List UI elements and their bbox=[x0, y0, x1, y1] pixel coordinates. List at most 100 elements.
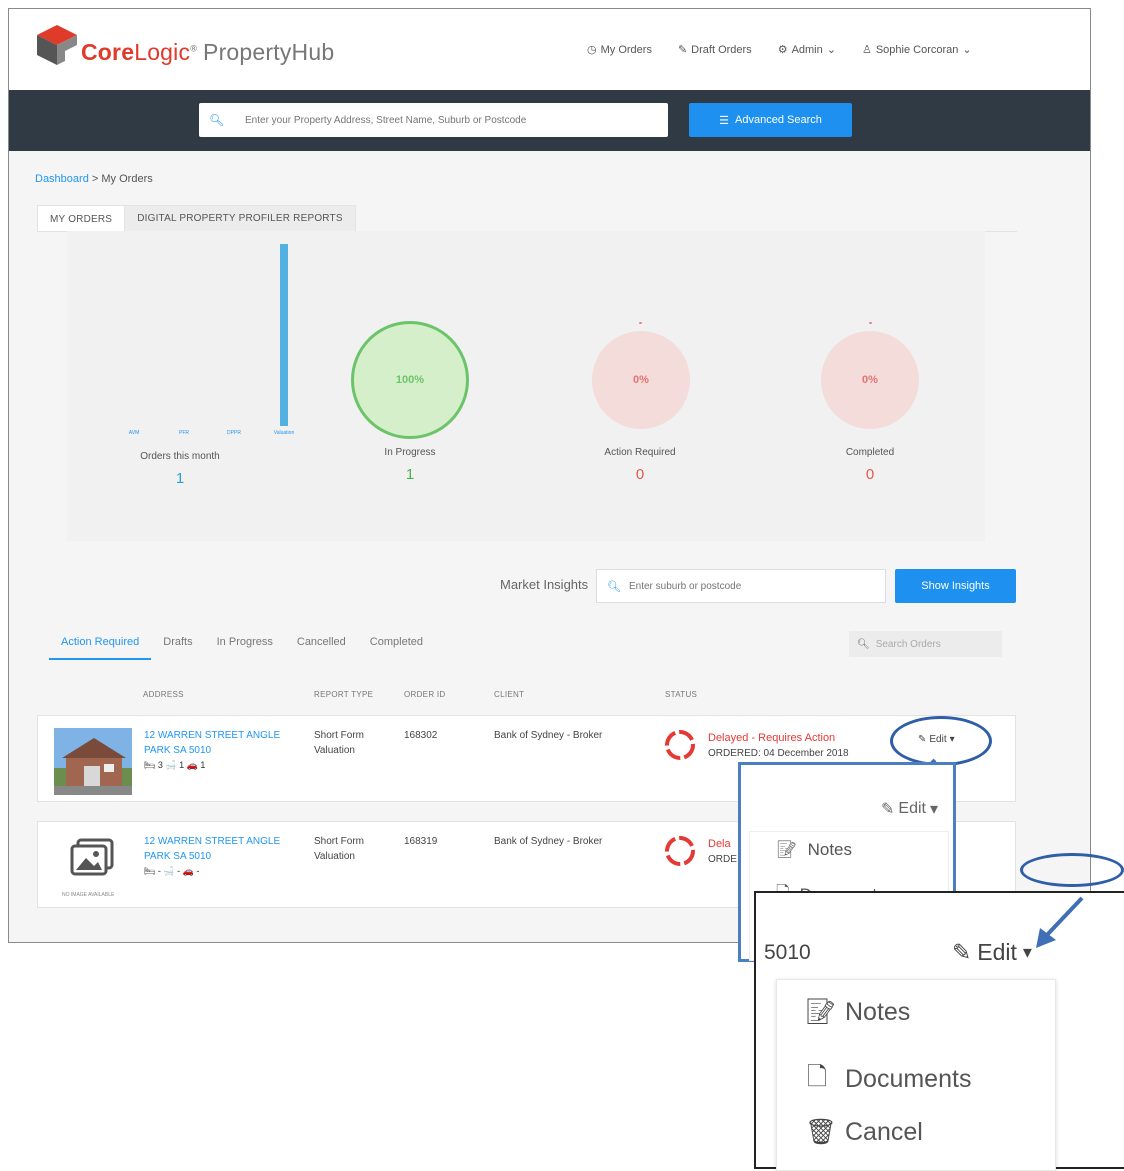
tab-drafts[interactable]: Drafts bbox=[151, 633, 204, 660]
property-search-box[interactable]: 🔍︎ bbox=[199, 103, 668, 137]
tab-action-required[interactable]: Action Required bbox=[49, 633, 152, 660]
order-status-tabs: Action Required Drafts In Progress Cance… bbox=[49, 633, 435, 660]
chevron-down-icon: ⌄ bbox=[826, 44, 836, 56]
brand-reg: ® bbox=[190, 43, 198, 54]
menu-item-cancel[interactable]: 🗑︎ Cancel bbox=[805, 1118, 923, 1147]
menu-item-label: Cancel bbox=[845, 1118, 923, 1146]
market-insights-input[interactable] bbox=[628, 580, 879, 592]
pencil-icon: ✎ bbox=[881, 801, 895, 818]
chart-dot bbox=[869, 322, 872, 324]
chart-tick-label: PFR bbox=[179, 430, 189, 436]
menu-item-label: Documents bbox=[845, 1065, 972, 1093]
nav-draft-orders[interactable]: ✎ Draft Orders bbox=[677, 43, 752, 57]
chart-tick-label: AVM bbox=[129, 430, 139, 436]
report-line2: Valuation bbox=[314, 851, 355, 862]
property-search-input[interactable] bbox=[245, 114, 645, 126]
chart-tick-label: DPPR bbox=[227, 430, 241, 436]
tab-cancelled[interactable]: Cancelled bbox=[285, 633, 358, 660]
col-address: ADDRESS bbox=[143, 690, 184, 699]
annotation-arrow-icon bbox=[1036, 896, 1084, 948]
col-client: CLIENT bbox=[494, 690, 525, 699]
no-image-icon bbox=[70, 838, 114, 876]
tab-digital-property-profiler[interactable]: DIGITAL PROPERTY PROFILER REPORTS bbox=[125, 205, 356, 232]
top-nav: ◷ My Orders ✎ Draft Orders ⚙ Admin ⌄ ♙ S… bbox=[587, 43, 972, 57]
zoom-edit-label: Edit bbox=[898, 800, 926, 817]
menu-item-label: Notes bbox=[845, 998, 911, 1026]
order-id: 168319 bbox=[404, 836, 438, 847]
col-order-id: ORDER ID bbox=[404, 690, 446, 699]
market-insights-search[interactable]: 🔍︎ bbox=[596, 569, 886, 603]
search-icon: 🔍︎ bbox=[857, 638, 870, 650]
client-name: Bank of Sydney - Broker bbox=[494, 836, 603, 847]
corelogic-logo-icon bbox=[37, 25, 77, 65]
nav-admin[interactable]: ⚙ Admin ⌄ bbox=[778, 43, 836, 57]
nav-my-orders-label: My Orders bbox=[600, 43, 652, 56]
status-label: Delayed - Requires Action bbox=[708, 732, 836, 744]
chart-bar bbox=[280, 244, 288, 426]
top-tabs: MY ORDERS DIGITAL PROPERTY PROFILER REPO… bbox=[37, 205, 356, 232]
nav-admin-label: Admin bbox=[791, 43, 823, 56]
show-insights-button[interactable]: Show Insights bbox=[895, 569, 1016, 603]
address-line1: 12 WARREN STREET ANGLE bbox=[144, 836, 281, 847]
search-orders-placeholder: Search Orders bbox=[875, 638, 941, 650]
stat-value: 1 bbox=[405, 466, 415, 483]
nav-draft-orders-label: Draft Orders bbox=[691, 43, 752, 56]
stat-value: 0 bbox=[635, 466, 645, 483]
address-line2: PARK SA 5010 bbox=[144, 745, 212, 756]
advanced-search-button[interactable]: ☰ Advanced Search bbox=[689, 103, 852, 137]
client-name: Bank of Sydney - Broker bbox=[494, 730, 603, 741]
property-photo bbox=[54, 728, 132, 795]
order-status: Delayed - Requires Action ORDERED: 04 De… bbox=[708, 730, 849, 762]
brand-logic: Logic bbox=[134, 39, 191, 65]
breadcrumb-dashboard[interactable]: Dashboard bbox=[35, 173, 89, 185]
brand-product: PropertyHub bbox=[203, 39, 335, 65]
pencil-icon: ✎ bbox=[952, 939, 972, 965]
property-features: 🛏 - 🛁 - 🚗 - bbox=[144, 866, 200, 876]
status-ring-icon bbox=[665, 730, 695, 760]
status-ring-icon bbox=[665, 836, 695, 866]
action-required-circle: 0% bbox=[592, 331, 690, 429]
tab-completed[interactable]: Completed bbox=[358, 633, 435, 660]
zoom-edit-button[interactable]: ✎ Edit ▾ bbox=[952, 939, 1032, 966]
clock-icon: ◷ bbox=[587, 44, 597, 56]
zoom-postcode: 5010 bbox=[764, 941, 811, 964]
header: CoreLogic® PropertyHub ◷ My Orders ✎ Draf… bbox=[9, 9, 1090, 90]
tab-in-progress[interactable]: In Progress bbox=[205, 633, 285, 660]
menu-item-notes[interactable]: 📝︎ Notes bbox=[776, 840, 852, 860]
search-orders-box[interactable]: 🔍︎ Search Orders bbox=[849, 631, 1002, 657]
ordered-date: ORDE bbox=[708, 854, 737, 865]
menu-item-label: Notes bbox=[807, 840, 853, 859]
report-line2: Valuation bbox=[314, 745, 355, 756]
zoom-dropdown-menu: 📝︎ Notes 🗋︎ Documents 🗑︎ Cancel bbox=[776, 979, 1056, 1171]
breadcrumb-current: My Orders bbox=[101, 173, 153, 185]
status-label: Dela bbox=[708, 838, 731, 850]
report-type: Short Form Valuation bbox=[314, 834, 364, 864]
annotation-oval bbox=[1020, 853, 1124, 887]
edit-doc-icon: ✎ bbox=[677, 44, 688, 56]
stat-in-progress: In Progress 1 bbox=[330, 447, 490, 483]
col-report-type: REPORT TYPE bbox=[314, 690, 374, 699]
menu-item-documents[interactable]: 🗋︎ Documents bbox=[805, 1058, 972, 1101]
zoom-edit-button[interactable]: ✎ Edit ▾ bbox=[881, 799, 938, 819]
completed-circle: 0% bbox=[821, 331, 919, 429]
order-id: 168302 bbox=[404, 730, 438, 741]
nav-my-orders[interactable]: ◷ My Orders bbox=[587, 43, 652, 57]
order-address[interactable]: 12 WARREN STREET ANGLE PARK SA 5010 🛏 - … bbox=[144, 834, 294, 879]
stat-value: 1 bbox=[175, 470, 185, 487]
search-icon: 🔍︎ bbox=[209, 113, 225, 127]
order-status: Dela ORDE bbox=[708, 836, 737, 868]
stat-completed: Completed 0 bbox=[790, 447, 950, 483]
menu-item-notes[interactable]: 📝︎ Notes bbox=[805, 998, 910, 1027]
market-insights-label: Market Insights bbox=[500, 577, 589, 592]
in-progress-circle: 100% bbox=[351, 321, 469, 439]
order-address[interactable]: 12 WARREN STREET ANGLE PARK SA 5010 🛏 3 … bbox=[144, 728, 294, 773]
breadcrumb-separator: > bbox=[91, 173, 99, 185]
zoom-edit-label: Edit bbox=[977, 939, 1017, 965]
report-line1: Short Form bbox=[314, 730, 365, 741]
col-status: STATUS bbox=[665, 690, 698, 699]
brand-name[interactable]: CoreLogic® PropertyHub bbox=[81, 39, 334, 66]
stat-label: Orders this month bbox=[140, 451, 220, 462]
nav-user[interactable]: ♙ Sophie Corcoran ⌄ bbox=[862, 43, 972, 57]
orders-bar-chart: AVM PFR DPPR Valuation bbox=[129, 244, 294, 436]
tab-my-orders[interactable]: MY ORDERS bbox=[37, 205, 126, 232]
